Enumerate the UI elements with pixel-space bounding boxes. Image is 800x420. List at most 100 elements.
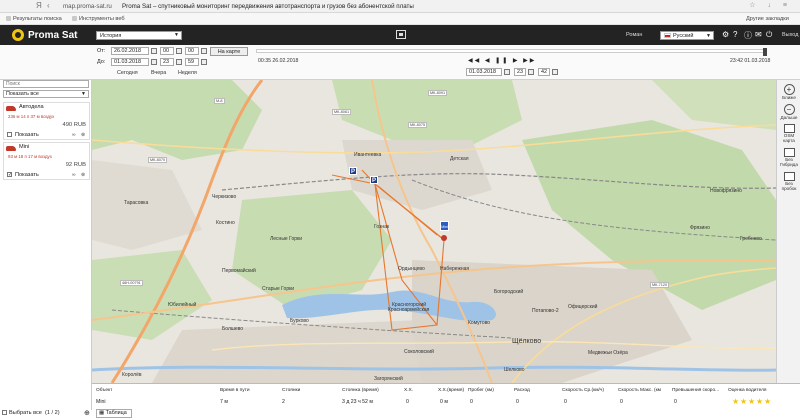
fullscreen-icon[interactable] [396, 30, 406, 39]
osm-map-button[interactable]: OSM карта [778, 124, 800, 143]
place-label: Лесные Горки [270, 236, 303, 242]
road-label: M-8 [214, 98, 225, 104]
mail-icon[interactable]: ✉ [755, 30, 762, 39]
table-cell[interactable]: Mini [96, 399, 106, 405]
nolayer-icon [783, 148, 795, 157]
filter-select[interactable]: Показать все ▼ [3, 90, 89, 98]
table-tab[interactable]: ▦ Таблица [96, 409, 132, 418]
browser-menu-icons[interactable]: ☆ ↓ ≡ [749, 1, 792, 9]
to-minute-input[interactable]: 59 [185, 58, 199, 66]
from-date-input[interactable]: 26.02.2018 [111, 47, 149, 55]
power-icon[interactable]: ⏻ [766, 30, 772, 40]
parking-marker[interactable]: P [370, 176, 378, 184]
vehicle-position-marker[interactable] [441, 235, 447, 241]
back-icon[interactable]: ‹ [47, 1, 50, 10]
zoom-out-button[interactable]: − Дальше [778, 104, 800, 120]
timeline-handle[interactable] [763, 48, 767, 56]
mode-select[interactable]: История ▼ [96, 31, 182, 40]
to-hour-input[interactable]: 23 [160, 58, 174, 66]
timeline-end: 23:42 01.03.2018 [730, 58, 771, 64]
vehicle-item[interactable]: Автодела 236 м 14 п 37 м воздух 490 RUB … [3, 102, 90, 140]
minute-spinner-icon[interactable] [201, 59, 207, 65]
language-select[interactable]: Русский ▼ [660, 31, 714, 40]
tool-label: OSM карта [783, 133, 795, 143]
info-icon[interactable]: ⓘ [744, 30, 752, 41]
hour-spinner-icon[interactable] [176, 48, 182, 54]
parking-marker[interactable]: P [349, 167, 357, 175]
app-logo[interactable]: Proma Sat [28, 30, 77, 41]
hour-spinner-icon[interactable] [176, 59, 182, 65]
vehicle-marker-label[interactable]: Mini [440, 221, 449, 231]
rating-star-icon: ★ [748, 397, 756, 406]
plus-icon: + [783, 84, 795, 95]
calendar-icon[interactable] [151, 59, 157, 65]
place-label: Черкизово [212, 194, 237, 200]
mode-value: История [100, 33, 122, 39]
week-link[interactable]: Неделя [178, 70, 197, 76]
to-date-input[interactable]: 01.03.2018 [111, 58, 149, 66]
delete-icon[interactable]: ⊗ [81, 132, 85, 138]
chevron-down-icon: ▼ [706, 33, 711, 39]
app-header: Proma Sat История ▼ Роман Русский ▼ ⚙ ? ⓘ … [0, 25, 800, 45]
place-label: Бурково [290, 318, 309, 324]
vehicle-item[interactable]: Mini 93 м 18 п 17 м воздух 92 RUB ✓ Пока… [3, 142, 90, 180]
no-traffic-button[interactable]: Без пробок [778, 172, 800, 191]
calendar-icon[interactable] [151, 48, 157, 54]
place-label: Болшево [222, 326, 244, 332]
current-date-input[interactable]: 01.03.2018 [466, 68, 502, 76]
timeline-slider[interactable] [256, 48, 767, 56]
link-icon[interactable]: ∞ [72, 132, 76, 138]
current-hour-input[interactable]: 23 [514, 68, 526, 76]
place-label: Набережная [440, 266, 470, 272]
place-label: Потапово-2 [532, 308, 559, 314]
show-checkbox[interactable] [7, 132, 12, 137]
today-link[interactable]: Сегодня [117, 70, 138, 76]
current-minute-input[interactable]: 42 [538, 68, 550, 76]
map-layer [92, 80, 776, 383]
show-checkbox[interactable]: ✓ [7, 172, 12, 178]
from-minute-input[interactable]: 00 [185, 47, 199, 55]
logout-link[interactable]: Выход [782, 32, 798, 38]
help-icon[interactable]: ? [733, 30, 737, 39]
select-all-checkbox[interactable] [2, 410, 7, 415]
no-hybrid-button[interactable]: Без Гибрида [778, 148, 800, 167]
zoom-in-button[interactable]: + Ближе [778, 84, 800, 100]
search-input[interactable] [3, 80, 89, 88]
link-icon[interactable]: ∞ [72, 172, 76, 178]
minute-spinner-icon[interactable] [552, 69, 558, 75]
table-header: Х.Х. [404, 388, 414, 393]
select-all-label[interactable]: Выбрать все [9, 410, 42, 416]
place-label: Гребнево [740, 236, 762, 242]
delete-icon[interactable]: ⊗ [81, 172, 85, 178]
yandex-logo[interactable]: Я [36, 1, 42, 10]
gear-icon[interactable]: ⚙ [722, 30, 729, 39]
bookmark-other[interactable]: Другие закладки [746, 16, 789, 22]
table-cell: 0 м [440, 399, 448, 405]
user-name[interactable]: Роман [626, 32, 642, 38]
calendar-icon[interactable] [504, 69, 510, 75]
place-label: Офицерский [568, 304, 598, 310]
table-header: Время в пути [220, 388, 250, 393]
traffic-icon [783, 172, 795, 181]
place-label: Щёлково [512, 338, 542, 345]
bookmark-web-tools[interactable]: Инструменты веб [72, 16, 125, 22]
bookmark-search-results[interactable]: Результаты поиска [6, 16, 62, 22]
table-header: Пробег (км) [468, 388, 494, 393]
road-label: МК-8070 [148, 157, 168, 163]
urban-area [412, 260, 692, 383]
browser-toolbar: Я ‹ map.proma-sat.ru Proma Sat – спутник… [0, 0, 800, 13]
history-controls: От: 26.02.2018 00 00 На карте До: 01.03.… [0, 45, 800, 80]
map-canvas[interactable]: P P Mini Ивантеевка Детская Тарасовка Че… [92, 80, 776, 383]
hour-spinner-icon[interactable] [528, 69, 534, 75]
table-tab-label: Таблица [105, 410, 127, 416]
car-icon [6, 106, 16, 111]
yesterday-link[interactable]: Вчера [151, 70, 166, 76]
show-on-map-button[interactable]: На карте [210, 47, 248, 56]
playback-controls[interactable]: ◀◀ ◀ ❚❚ ▶ ▶▶ [468, 57, 536, 64]
tool-label: Дальше [780, 115, 798, 120]
minute-spinner-icon[interactable] [201, 48, 207, 54]
from-hour-input[interactable]: 00 [160, 47, 174, 55]
url-host[interactable]: map.proma-sat.ru [63, 3, 112, 10]
table-cell: 0 [620, 399, 623, 405]
add-icon[interactable]: ⊕ [84, 409, 90, 417]
